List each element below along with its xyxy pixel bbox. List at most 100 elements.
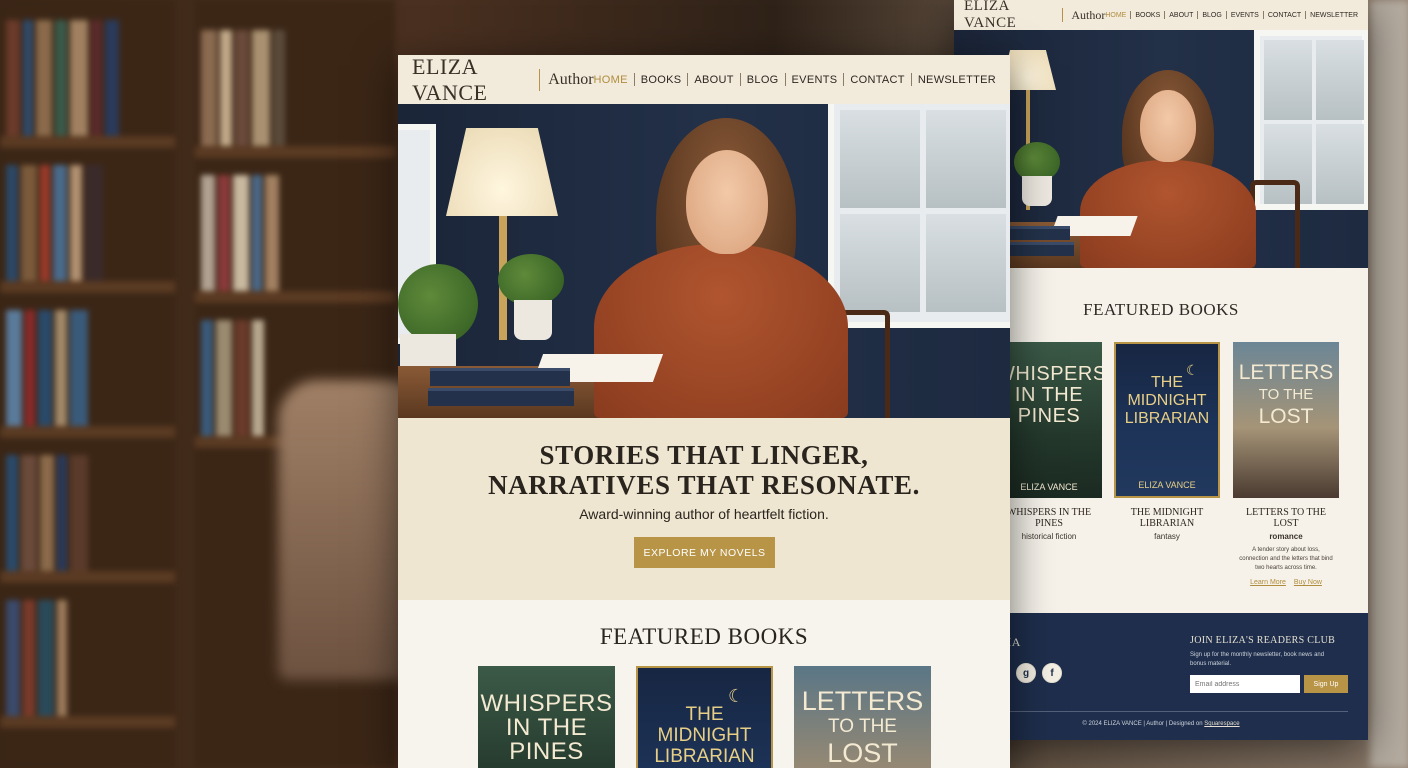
logo-name: ELIZA VANCE xyxy=(412,55,488,105)
photo-books xyxy=(1010,242,1074,256)
site-logo[interactable]: ELIZA VANCE Author xyxy=(964,0,1105,32)
goodreads-icon[interactable]: g xyxy=(1016,663,1036,683)
sign-up-button[interactable]: Sign Up xyxy=(1304,675,1348,693)
nav-events[interactable]: EVENTS xyxy=(1231,12,1259,19)
book-genre: fantasy xyxy=(1154,532,1180,541)
book-cover-whispers[interactable]: WHISPERS IN THE PINES xyxy=(478,666,615,768)
nav-divider xyxy=(633,73,635,86)
site-header: ELIZA VANCE Author HOME BOOKS ABOUT BLOG… xyxy=(954,0,1368,32)
book-cover-whispers[interactable]: WHISPERS IN THE PINES ELIZA VANCE xyxy=(996,342,1102,498)
nav-about[interactable]: ABOUT xyxy=(694,74,733,86)
book-links: Learn More Buy Now xyxy=(1233,579,1339,586)
logo-role: Author xyxy=(548,70,594,88)
nav-divider xyxy=(1164,11,1166,19)
nav-divider xyxy=(843,73,845,86)
nav-newsletter[interactable]: NEWSLETTER xyxy=(918,74,996,86)
cover-title-line: MIDNIGHT xyxy=(657,725,752,746)
readers-club-description: Sign up for the monthly newsletter, book… xyxy=(1190,652,1325,667)
bookshelf-left xyxy=(0,0,175,768)
background-window xyxy=(1370,0,1408,768)
nav-contact[interactable]: CONTACT xyxy=(850,74,904,86)
site-logo[interactable]: ELIZA VANCE Author xyxy=(412,55,594,106)
logo-divider xyxy=(1062,8,1064,22)
learn-more-link[interactable]: Learn More xyxy=(1250,579,1286,586)
hero-section: STORIES THAT LINGER, NARRATIVES THAT RES… xyxy=(398,418,1010,600)
nav-divider xyxy=(1262,11,1264,19)
cover-title-line: IN THE xyxy=(1014,384,1084,406)
cover-title-line: LETTERS xyxy=(1238,361,1334,384)
nav-home[interactable]: HOME xyxy=(594,74,628,86)
nav-divider xyxy=(910,73,912,86)
nav-newsletter[interactable]: NEWSLETTER xyxy=(1310,12,1358,19)
explore-novels-button[interactable]: EXPLORE MY NOVELS xyxy=(634,537,775,568)
email-field[interactable] xyxy=(1190,675,1300,693)
main-nav: HOME BOOKS ABOUT BLOG EVENTS CONTACT NEW… xyxy=(1105,11,1358,19)
book-genre: romance xyxy=(1269,532,1303,541)
book-cover-letters[interactable]: LETTERS TO THE LOST xyxy=(1233,342,1339,498)
featured-heading: FEATURED BOOKS xyxy=(599,624,809,649)
photo-person-sweater xyxy=(1080,160,1256,268)
facebook-icon[interactable]: f xyxy=(1042,663,1062,683)
cover-title-line: MIDNIGHT xyxy=(1127,392,1207,409)
nav-blog[interactable]: BLOG xyxy=(747,74,779,86)
main-nav: HOME BOOKS ABOUT BLOG EVENTS CONTACT NEW… xyxy=(594,73,996,86)
website-preview-back: ELIZA VANCE Author HOME BOOKS ABOUT BLOG… xyxy=(954,0,1368,740)
book-card[interactable]: LETTERS TO THE LOST LETTERS TO THE LOST … xyxy=(1233,342,1339,586)
cover-title-line: LIBRARIAN xyxy=(1124,410,1210,427)
nav-about[interactable]: ABOUT xyxy=(1169,12,1193,19)
book-card[interactable]: WHISPERS IN THE PINES ELIZA VANCE WHISPE… xyxy=(996,342,1102,541)
logo-role: Author xyxy=(1071,7,1106,22)
book-cover-midnight[interactable]: ☾ THE MIDNIGHT LIBRARIAN ELIZA VANCE xyxy=(1114,342,1220,498)
cover-title-line: LOST xyxy=(1258,405,1314,428)
logo-name: ELIZA VANCE xyxy=(964,0,1017,31)
nav-divider xyxy=(687,73,689,86)
book-cover-letters[interactable]: LETTERS TO THE LOST xyxy=(794,666,931,768)
nav-blog[interactable]: BLOG xyxy=(1202,12,1221,19)
featured-books-section: FEATURED BOOKS WHISPERS IN THE PINES ☾ T… xyxy=(398,600,1010,768)
hero-photo xyxy=(398,104,1010,418)
cover-title-line: PINES xyxy=(1017,405,1081,427)
photo-pot xyxy=(514,300,552,340)
copyright: © 2024 ELIZA VANCE | Author | Designed o… xyxy=(954,721,1368,727)
nav-events[interactable]: EVENTS xyxy=(792,74,838,86)
site-header: ELIZA VANCE Author HOME BOOKS ABOUT BLOG… xyxy=(398,55,1010,106)
book-cover-midnight[interactable]: ☾ THE MIDNIGHT LIBRARIAN xyxy=(636,666,773,768)
nav-divider xyxy=(1197,11,1199,19)
book-title[interactable]: LETTERS TO THE LOST xyxy=(1233,507,1339,529)
nav-books[interactable]: BOOKS xyxy=(1135,12,1160,19)
photo-plant xyxy=(498,254,564,306)
photo-person-face xyxy=(686,150,768,254)
cover-title-line: TO THE xyxy=(1258,386,1314,403)
cover-author: ELIZA VANCE xyxy=(1020,482,1078,492)
nav-divider xyxy=(784,73,786,86)
hero-photo xyxy=(954,30,1368,268)
featured-heading: FEATURED BOOKS xyxy=(1083,300,1239,319)
nav-divider xyxy=(1130,11,1132,19)
featured-books-section: FEATURED BOOKS WHISPERS IN THE PINES ELI… xyxy=(954,268,1368,613)
cover-title-line: THE xyxy=(685,704,724,725)
cover-title-line: TO THE xyxy=(828,716,897,737)
photo-books xyxy=(1010,226,1070,240)
nav-books[interactable]: BOOKS xyxy=(641,74,682,86)
cover-title-line: THE xyxy=(1151,374,1183,391)
footer-divider xyxy=(990,711,1348,712)
cover-title-line: PINES xyxy=(509,738,584,765)
cover-title-line: WHISPERS xyxy=(996,363,1102,385)
photo-books xyxy=(430,368,570,386)
headline-line-1: STORIES THAT LINGER, xyxy=(539,440,869,470)
nav-home[interactable]: HOME xyxy=(1105,12,1126,19)
buy-now-link[interactable]: Buy Now xyxy=(1294,579,1322,586)
cover-title-line: LETTERS xyxy=(801,686,924,716)
book-title[interactable]: THE MIDNIGHT LIBRARIAN xyxy=(1114,507,1220,529)
book-card[interactable]: ☾ THE MIDNIGHT LIBRARIAN ELIZA VANCE THE… xyxy=(1114,342,1220,541)
headline-line-2: NARRATIVES THAT RESONATE. xyxy=(488,470,920,500)
cover-author: ELIZA VANCE xyxy=(1138,480,1196,490)
nav-contact[interactable]: CONTACT xyxy=(1268,12,1301,19)
designer-link[interactable]: Squarespace xyxy=(1204,721,1239,727)
copyright-text: © 2024 ELIZA VANCE | Author | Designed o… xyxy=(1082,721,1203,727)
photo-books xyxy=(428,388,574,406)
cover-title-line: IN THE xyxy=(505,714,588,741)
photo-plant-left xyxy=(398,264,478,344)
book-title[interactable]: WHISPERS IN THE PINES xyxy=(996,507,1102,529)
readers-club-heading: JOIN ELIZA'S READERS CLUB xyxy=(1190,635,1336,646)
